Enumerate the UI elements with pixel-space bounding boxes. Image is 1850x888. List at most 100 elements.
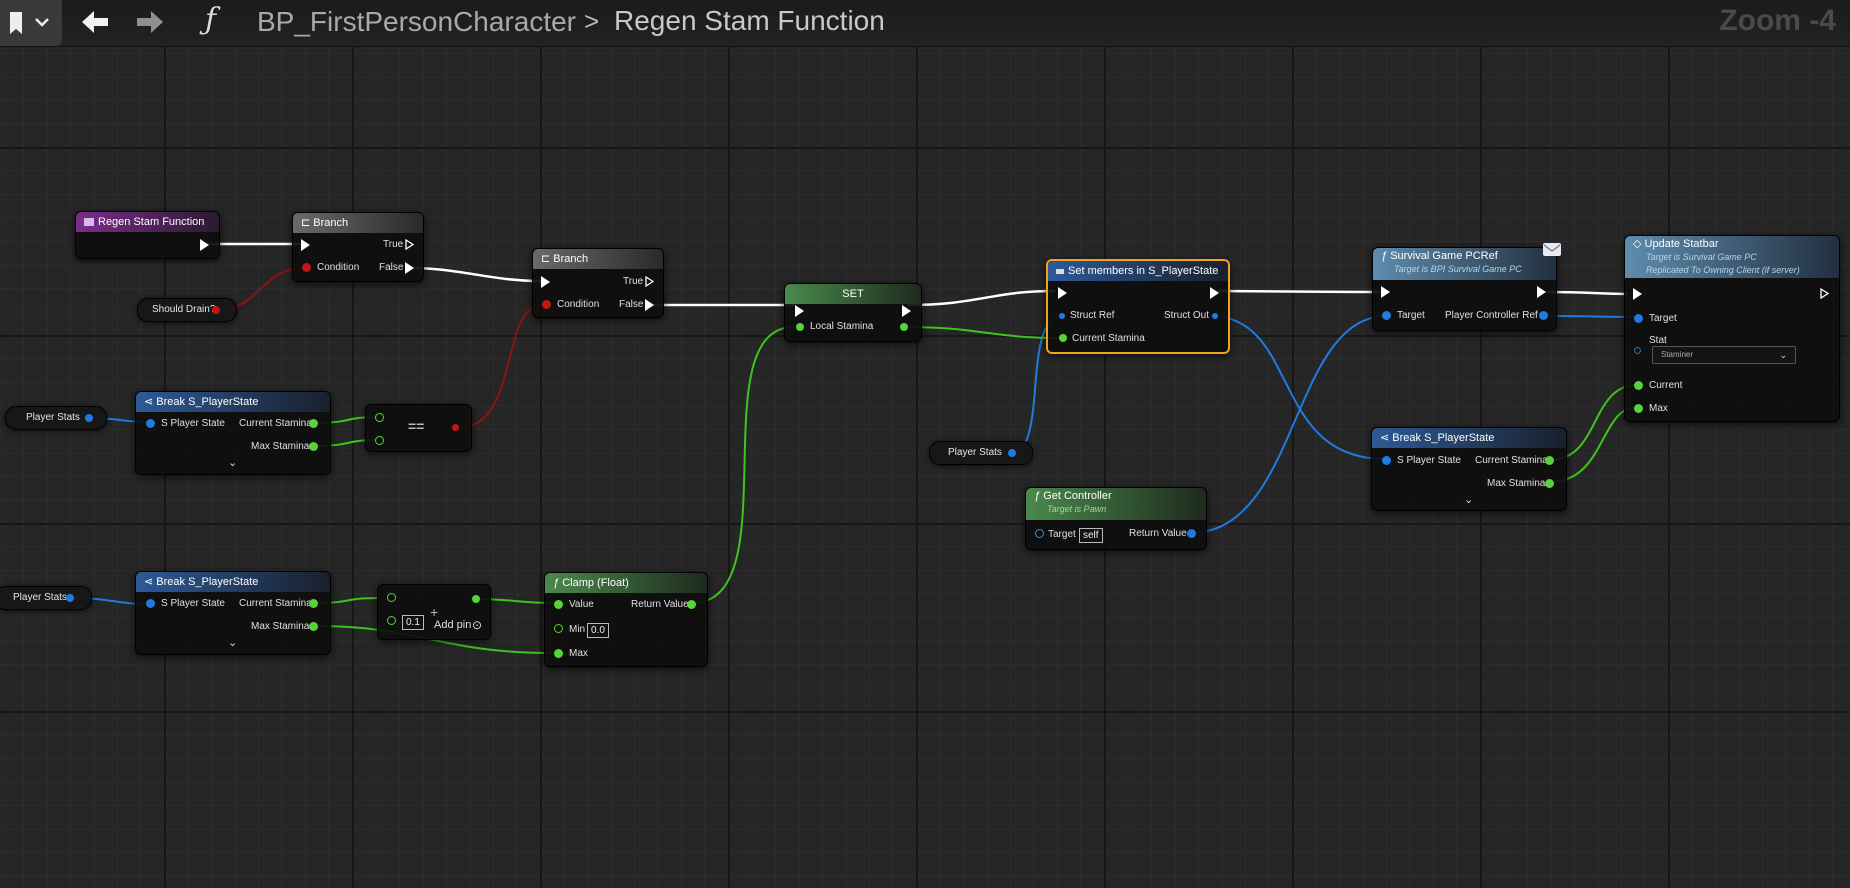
get-controller-subtitle: Target is Pawn (1047, 504, 1107, 514)
return-value-pin[interactable] (1187, 529, 1196, 538)
return-value-pin[interactable] (687, 600, 696, 609)
expand-chevron-icon[interactable]: ⌄ (228, 456, 237, 469)
false-exec-pin[interactable] (645, 299, 654, 311)
exec-out-pin[interactable] (200, 239, 209, 251)
break-title: Break S_PlayerState (1392, 432, 1495, 444)
stat-label: Stat (1649, 335, 1667, 346)
branch-node-1[interactable]: ⊏ Branch Condition True False (292, 212, 424, 282)
false-exec-pin[interactable] (405, 262, 414, 274)
current-stamina-pin[interactable] (309, 599, 318, 608)
bookmark-button[interactable] (0, 0, 62, 46)
struct-in-pin[interactable] (146, 419, 155, 428)
exec-out-pin[interactable] (902, 305, 911, 317)
true-label: True (383, 239, 404, 250)
add-node[interactable]: 0.1 + Add pin ⊙ (377, 584, 491, 640)
branch-title: Branch (313, 217, 349, 229)
current-stamina-pin[interactable] (309, 419, 318, 428)
struct-in-pin[interactable] (146, 599, 155, 608)
b-in-pin[interactable] (375, 436, 384, 445)
struct-ref-pin[interactable] (1059, 313, 1065, 319)
expand-chevron-icon[interactable]: ⌄ (1464, 493, 1473, 506)
max-stamina-pin[interactable] (1545, 479, 1554, 488)
true-exec-pin[interactable] (645, 276, 654, 287)
add-pin-icon[interactable]: ⊙ (472, 618, 482, 632)
struct-out-pin[interactable] (1212, 313, 1218, 319)
max-stamina-pin[interactable] (309, 442, 318, 451)
forward-arrow-icon[interactable] (135, 6, 167, 46)
float-out-pin[interactable] (472, 595, 480, 603)
b-in-pin[interactable] (387, 616, 396, 625)
min-value-input[interactable]: 0.0 (587, 623, 609, 638)
branch-title: Branch (553, 253, 589, 265)
player-stats-variable[interactable]: Player Stats (929, 441, 1033, 465)
should-drain-variable[interactable]: Should Drain? (137, 298, 237, 322)
break-title: Break S_PlayerState (156, 576, 259, 588)
max-stamina-label: Max Stamina (1487, 478, 1546, 489)
a-in-pin[interactable] (387, 593, 396, 602)
true-exec-pin[interactable] (405, 239, 414, 250)
survival-game-pcref-node[interactable]: ƒ Survival Game PCRef Target is BPI Surv… (1372, 243, 1561, 331)
max-in-pin[interactable] (554, 649, 563, 658)
local-stamina-out-pin[interactable] (900, 323, 908, 331)
exec-in-pin[interactable] (1058, 287, 1067, 299)
target-in-pin[interactable] (1634, 314, 1643, 323)
condition-pin[interactable] (542, 300, 551, 309)
value-in-pin[interactable] (554, 600, 563, 609)
stat-in-pin[interactable] (1634, 347, 1641, 354)
local-stamina-in-pin[interactable] (796, 323, 804, 331)
add-pin-label[interactable]: Add pin (434, 619, 471, 631)
breadcrumb-blueprint[interactable]: BP_FirstPersonCharacter (257, 6, 576, 38)
a-in-pin[interactable] (375, 413, 384, 422)
player-controller-ref-pin[interactable] (1539, 311, 1548, 320)
player-stats-label: Player Stats (26, 412, 80, 423)
struct-out-pin[interactable] (1008, 449, 1016, 457)
bool-out-pin[interactable] (212, 306, 220, 314)
max-in-pin[interactable] (1634, 404, 1643, 413)
break-player-state-node-1[interactable]: ⋖ Break S_PlayerState S Player State Cur… (135, 391, 331, 475)
exec-in-pin[interactable] (301, 239, 310, 251)
exec-in-pin[interactable] (541, 276, 550, 288)
update-statbar-node[interactable]: ◇ Update Statbar Target is Survival Game… (1624, 235, 1840, 422)
break-header: ⋖ Break S_PlayerState (136, 392, 330, 412)
equals-node[interactable]: == (365, 404, 472, 452)
get-controller-title: Get Controller (1043, 490, 1112, 502)
struct-out-pin[interactable] (66, 594, 74, 602)
exec-in-pin[interactable] (1633, 288, 1642, 300)
player-stats-variable[interactable]: Player Stats (0, 586, 92, 610)
exec-out-pin[interactable] (1820, 288, 1829, 299)
branch-header: ⊏ Branch (533, 249, 663, 269)
break-player-state-node-2[interactable]: ⋖ Break S_PlayerState S Player State Cur… (135, 571, 331, 655)
struct-in-pin[interactable] (1382, 456, 1391, 465)
max-label: Max (569, 648, 588, 659)
exec-in-pin[interactable] (1381, 286, 1390, 298)
expand-chevron-icon[interactable]: ⌄ (228, 636, 237, 649)
exec-out-pin[interactable] (1210, 287, 1219, 299)
value-label: Value (569, 599, 594, 610)
min-in-pin[interactable] (554, 624, 563, 633)
exec-in-pin[interactable] (795, 305, 804, 317)
max-stamina-pin[interactable] (309, 622, 318, 631)
get-controller-node[interactable]: ƒ Get Controller Target is Pawn Target s… (1025, 487, 1207, 550)
condition-pin[interactable] (302, 263, 311, 272)
target-in-pin[interactable] (1035, 529, 1044, 538)
back-arrow-icon[interactable] (78, 6, 110, 46)
current-in-pin[interactable] (1634, 381, 1643, 390)
target-in-pin[interactable] (1382, 311, 1391, 320)
exec-out-pin[interactable] (1537, 286, 1546, 298)
function-entry-node[interactable]: Regen Stam Function (75, 211, 220, 259)
current-stamina-pin[interactable] (1059, 334, 1067, 342)
struct-out-pin[interactable] (85, 414, 93, 422)
target-self-input[interactable]: self (1079, 528, 1103, 543)
function-icon: ƒ (1381, 250, 1391, 262)
player-stats-variable[interactable]: Player Stats (5, 406, 107, 430)
add-value-input[interactable]: 0.1 (402, 615, 424, 630)
set-local-stamina-node[interactable]: SET Local Stamina (784, 283, 922, 342)
set-members-node[interactable]: Set members in S_PlayerState Struct Ref … (1046, 259, 1230, 354)
current-stamina-label: Current Stamina (239, 418, 312, 429)
clamp-float-node[interactable]: ƒ Clamp (Float) Value Return Value Min 0… (544, 572, 708, 667)
current-stamina-pin[interactable] (1545, 456, 1554, 465)
break-player-state-node-3[interactable]: ⋖ Break S_PlayerState S Player State Cur… (1371, 427, 1567, 511)
branch-node-2[interactable]: ⊏ Branch Condition True False (532, 248, 664, 318)
bool-out-pin[interactable] (452, 424, 459, 431)
stat-enum-dropdown[interactable]: Staminer ⌄ (1652, 346, 1796, 364)
